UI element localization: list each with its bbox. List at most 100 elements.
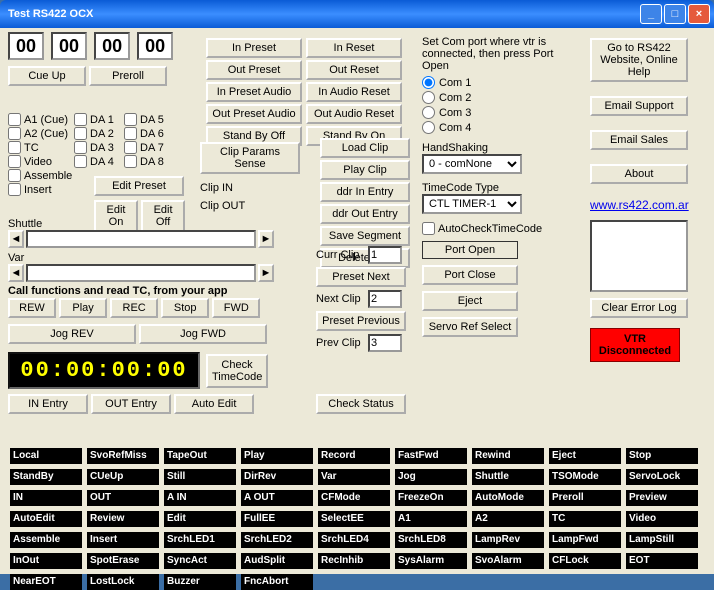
shuttle-slider[interactable]: ◄ ►: [8, 230, 274, 248]
rew-button[interactable]: REW: [8, 298, 56, 318]
clip-out-label: Clip OUT: [200, 200, 300, 212]
chk-a2cue[interactable]: A2 (Cue): [8, 127, 74, 140]
right-arrow-icon[interactable]: ►: [258, 230, 274, 248]
edit-preset-button[interactable]: Edit Preset: [94, 176, 184, 196]
in-entry-button[interactable]: IN Entry: [8, 394, 88, 414]
status-lampstill: LampStill: [626, 532, 698, 548]
website-help-button[interactable]: Go to RS422 Website, Online Help: [590, 38, 688, 82]
chk-da1[interactable]: DA 1: [74, 113, 124, 126]
status-in: IN: [10, 490, 82, 506]
fwd-button[interactable]: FWD: [212, 298, 260, 318]
chk-da5[interactable]: DA 5: [124, 113, 174, 126]
status-preview: Preview: [626, 490, 698, 506]
next-clip-label: Next Clip: [316, 293, 368, 305]
status-inout: InOut: [10, 553, 82, 569]
chk-tc[interactable]: TC: [8, 141, 74, 154]
jog-rev-button[interactable]: Jog REV: [8, 324, 136, 344]
out-preset-audio-button[interactable]: Out Preset Audio: [206, 104, 302, 124]
curr-clip-input[interactable]: [368, 246, 402, 264]
status-audsplit: AudSplit: [241, 553, 313, 569]
in-audio-reset-button[interactable]: In Audio Reset: [306, 82, 402, 102]
left-arrow-icon[interactable]: ◄: [8, 264, 24, 282]
status-cflock: CFLock: [549, 553, 621, 569]
website-link[interactable]: www.rs422.com.ar: [590, 198, 690, 212]
chk-da3[interactable]: DA 3: [74, 141, 124, 154]
preset-next-button[interactable]: Preset Next: [316, 267, 406, 287]
client-area: 00 00 00 00 Cue Up Preroll A1 (Cue) A2 (…: [0, 28, 714, 574]
jog-fwd-button[interactable]: Jog FWD: [139, 324, 267, 344]
status-preroll: Preroll: [549, 490, 621, 506]
in-reset-button[interactable]: In Reset: [306, 38, 402, 58]
minimize-button[interactable]: _: [640, 4, 662, 24]
chk-da4[interactable]: DA 4: [74, 155, 124, 168]
stop-button[interactable]: Stop: [161, 298, 209, 318]
cue-up-button[interactable]: Cue Up: [8, 66, 86, 86]
vtr-status: VTR Disconnected: [590, 328, 680, 362]
chk-da7[interactable]: DA 7: [124, 141, 174, 154]
about-button[interactable]: About: [590, 164, 688, 184]
clip-params-sense-button[interactable]: Clip Params Sense: [200, 142, 300, 174]
next-clip-input[interactable]: [368, 290, 402, 308]
chk-a1cue[interactable]: A1 (Cue): [8, 113, 74, 126]
preroll-button[interactable]: Preroll: [89, 66, 167, 86]
var-slider[interactable]: ◄ ►: [8, 264, 274, 282]
status-srchled2: SrchLED2: [241, 532, 313, 548]
port-close-button[interactable]: Port Close: [422, 265, 518, 285]
status-recinhib: RecInhib: [318, 553, 390, 569]
out-audio-reset-button[interactable]: Out Audio Reset: [306, 104, 402, 124]
ddr-in-entry-button[interactable]: ddr In Entry: [320, 182, 410, 202]
status-fncabort: FncAbort: [241, 574, 313, 590]
status-eot: EOT: [626, 553, 698, 569]
servo-ref-button[interactable]: Servo Ref Select: [422, 317, 518, 337]
in-preset-audio-button[interactable]: In Preset Audio: [206, 82, 302, 102]
check-timecode-button[interactable]: Check TimeCode: [206, 354, 268, 388]
out-entry-button[interactable]: OUT Entry: [91, 394, 171, 414]
email-support-button[interactable]: Email Support: [590, 96, 688, 116]
timecode-type-select[interactable]: CTL TIMER-1: [422, 194, 522, 214]
ddr-out-entry-button[interactable]: ddr Out Entry: [320, 204, 410, 224]
chk-video[interactable]: Video: [8, 155, 74, 168]
status-shuttle: Shuttle: [472, 469, 544, 485]
close-button[interactable]: ×: [688, 4, 710, 24]
chk-insert[interactable]: Insert: [8, 183, 74, 196]
load-clip-button[interactable]: Load Clip: [320, 138, 410, 158]
status-edit: Edit: [164, 511, 236, 527]
status-srchled8: SrchLED8: [395, 532, 467, 548]
check-status-button[interactable]: Check Status: [316, 394, 406, 414]
left-arrow-icon[interactable]: ◄: [8, 230, 24, 248]
call-functions-label: Call functions and read TC, from your ap…: [8, 285, 274, 297]
com4-radio[interactable]: Com 4: [422, 121, 562, 134]
status-local: Local: [10, 448, 82, 464]
chk-da2[interactable]: DA 2: [74, 127, 124, 140]
auto-edit-button[interactable]: Auto Edit: [174, 394, 254, 414]
status-srchled4: SrchLED4: [318, 532, 390, 548]
right-arrow-icon[interactable]: ►: [258, 264, 274, 282]
rec-button[interactable]: REC: [110, 298, 158, 318]
email-sales-button[interactable]: Email Sales: [590, 130, 688, 150]
maximize-button[interactable]: □: [664, 4, 686, 24]
in-preset-button[interactable]: In Preset: [206, 38, 302, 58]
com3-radio[interactable]: Com 3: [422, 106, 562, 119]
out-preset-button[interactable]: Out Preset: [206, 60, 302, 80]
chk-da6[interactable]: DA 6: [124, 127, 174, 140]
play-button[interactable]: Play: [59, 298, 107, 318]
com1-radio[interactable]: Com 1: [422, 76, 562, 89]
com2-radio[interactable]: Com 2: [422, 91, 562, 104]
save-segment-button[interactable]: Save Segment: [320, 226, 410, 246]
handshaking-select[interactable]: 0 - comNone: [422, 154, 522, 174]
status-a2: A2: [472, 511, 544, 527]
clear-error-log-button[interactable]: Clear Error Log: [590, 298, 688, 318]
counter-2: 00: [94, 32, 130, 60]
port-open-button[interactable]: Port Open: [422, 241, 518, 259]
chk-da8[interactable]: DA 8: [124, 155, 174, 168]
timecode-display: 00:00:00:00: [8, 352, 200, 389]
play-clip-button[interactable]: Play Clip: [320, 160, 410, 180]
status-tapeout: TapeOut: [164, 448, 236, 464]
chk-assemble[interactable]: Assemble: [8, 169, 74, 182]
out-reset-button[interactable]: Out Reset: [306, 60, 402, 80]
preset-prev-button[interactable]: Preset Previous: [316, 311, 406, 331]
prev-clip-input[interactable]: [368, 334, 402, 352]
eject-button[interactable]: Eject: [422, 291, 518, 311]
autocheck-tc-checkbox[interactable]: AutoCheckTimeCode: [422, 222, 562, 235]
status-eject: Eject: [549, 448, 621, 464]
